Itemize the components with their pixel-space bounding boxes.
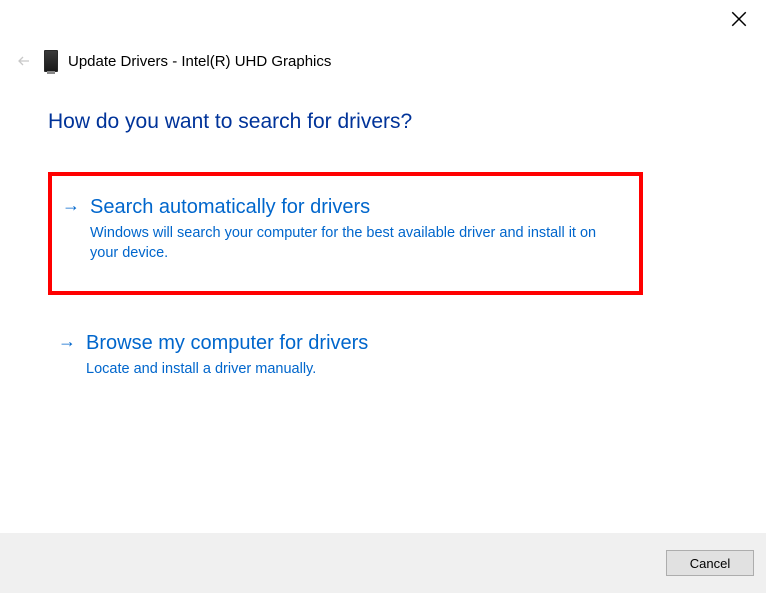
close-icon[interactable]: [730, 10, 748, 28]
device-icon: [44, 50, 58, 72]
arrow-right-icon: →: [62, 194, 80, 216]
option-title: Browse my computer for drivers: [86, 330, 629, 356]
option-description: Locate and install a driver manually.: [86, 360, 629, 380]
dialog-header: Update Drivers - Intel(R) UHD Graphics: [14, 50, 331, 72]
back-arrow-icon: [14, 51, 34, 71]
dialog-title: Update Drivers - Intel(R) UHD Graphics: [68, 53, 331, 70]
option-browse-computer[interactable]: → Browse my computer for drivers Locate …: [48, 316, 643, 394]
cancel-button[interactable]: Cancel: [666, 550, 754, 576]
dialog-footer: Cancel: [0, 533, 766, 593]
option-search-automatically[interactable]: → Search automatically for drivers Windo…: [48, 172, 643, 295]
arrow-right-icon: →: [58, 330, 76, 352]
option-title: Search automatically for drivers: [90, 194, 625, 220]
page-heading: How do you want to search for drivers?: [48, 110, 412, 134]
option-description: Windows will search your computer for th…: [90, 224, 625, 263]
